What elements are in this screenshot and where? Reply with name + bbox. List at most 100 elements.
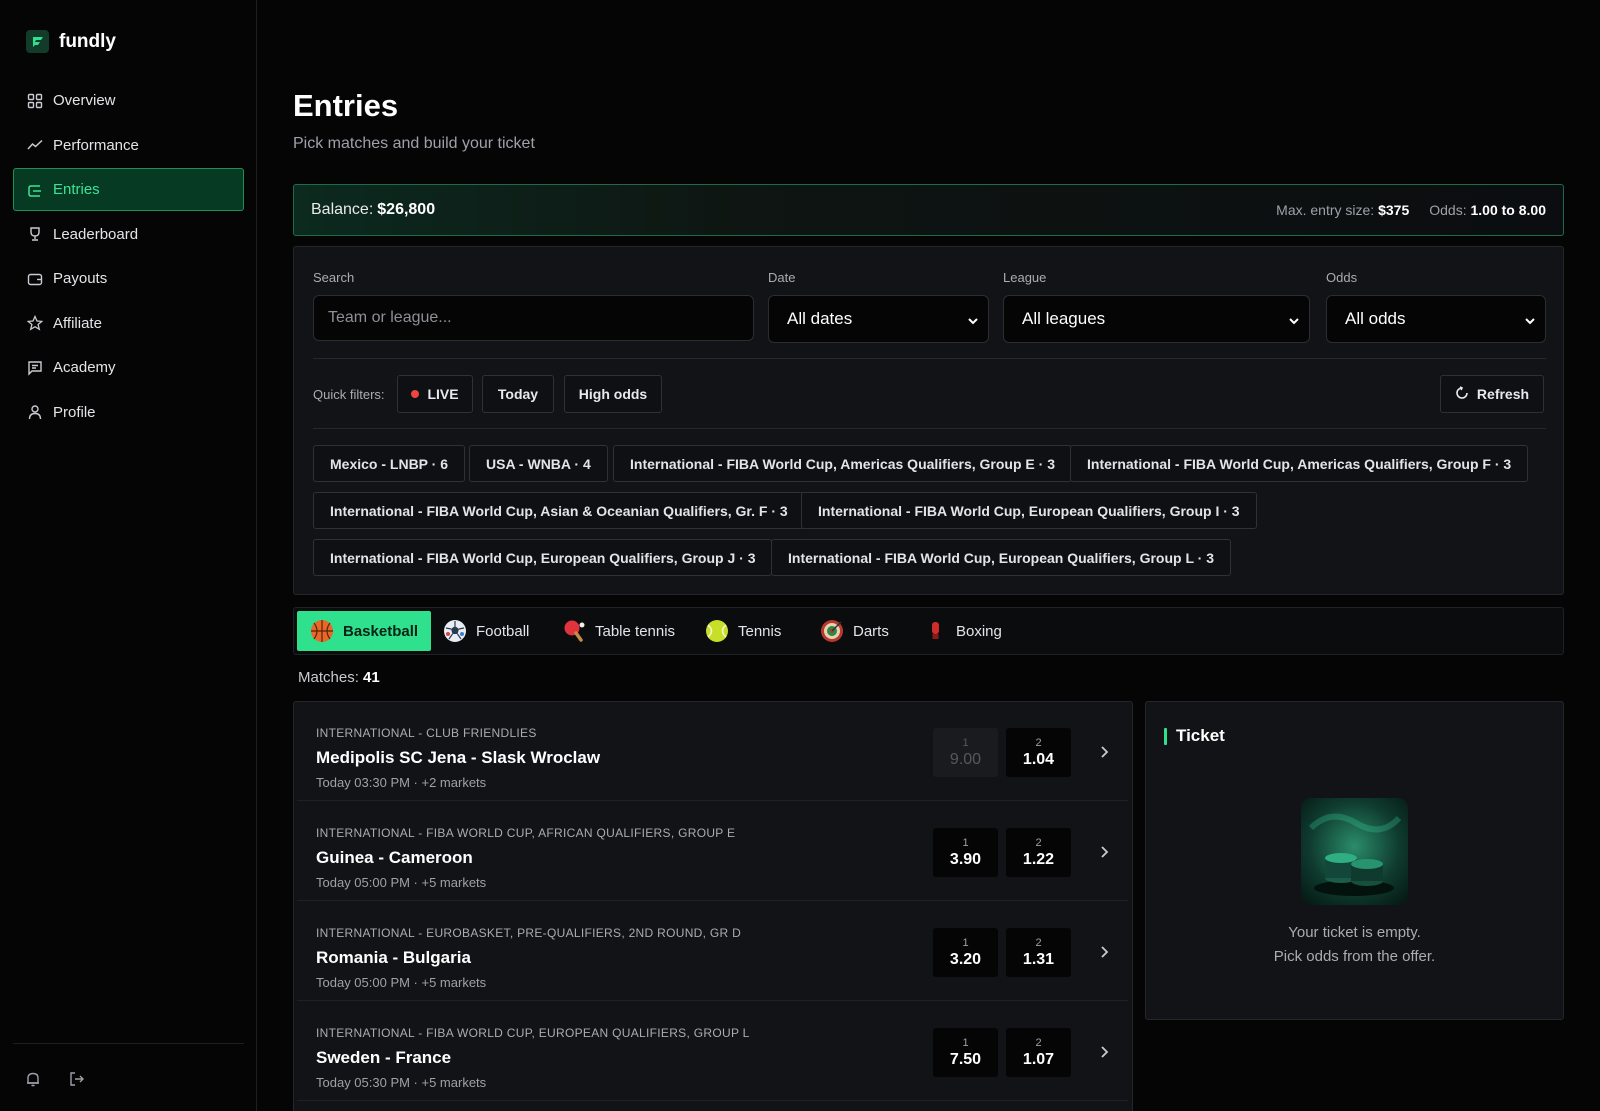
chip-stack-image [1301, 798, 1408, 905]
chevron-right-icon[interactable] [1097, 843, 1111, 861]
page-title: Entries [293, 88, 399, 123]
logout-icon[interactable] [68, 1070, 86, 1088]
league-chip[interactable]: International - FIBA World Cup, European… [801, 492, 1257, 529]
odd-home-button[interactable]: 1 3.20 [933, 928, 998, 977]
match-teams: Guinea - Cameroon [316, 848, 473, 867]
basketball-icon [310, 619, 334, 643]
match-teams: Sweden - France [316, 1048, 452, 1067]
date-select[interactable]: All dates [768, 295, 989, 343]
balance-value: $26,800 [377, 201, 436, 218]
odds-label: Odds [1326, 270, 1358, 285]
league-label: League [1003, 270, 1047, 285]
trophy-icon [27, 226, 43, 242]
tennis-ball-icon [705, 619, 729, 643]
football-icon [443, 619, 467, 643]
odd-away-button[interactable]: 2 1.07 [1006, 1028, 1071, 1077]
odd-home-button[interactable]: 1 7.50 [933, 1028, 998, 1077]
divider [313, 358, 1546, 359]
odd-home-button: 1 9.00 [933, 728, 998, 777]
sidebar-item-label: Payouts [53, 270, 108, 287]
tab-darts[interactable]: Darts [807, 611, 902, 651]
app-root: fundly Overview Performance Entries Lead… [0, 0, 1600, 1111]
sidebar-item-performance[interactable]: Performance [13, 124, 244, 167]
search-input[interactable] [313, 295, 754, 341]
trend-icon [27, 137, 43, 153]
sidebar-item-entries[interactable]: Entries [13, 168, 244, 211]
sidebar-item-affiliate[interactable]: Affiliate [13, 302, 244, 345]
match-time: Today 05:00 PM · +5 markets [316, 875, 487, 890]
odds-range: Odds: 1.00 to 8.00 [1429, 202, 1546, 218]
match-league: INTERNATIONAL - CLUB FRIENDLIES [316, 726, 537, 740]
ticket-panel: Ticket Your ticket is empty. Pick odds f… [1145, 701, 1564, 1020]
match-teams: Romania - Bulgaria [316, 948, 471, 967]
tab-table-tennis[interactable]: Table tennis [549, 611, 688, 651]
chevron-right-icon[interactable] [1097, 743, 1111, 761]
match-list: INTERNATIONAL - CLUB FRIENDLIES Medipoli… [293, 701, 1133, 1111]
league-chip[interactable]: International - FIBA World Cup, Americas… [613, 445, 1072, 482]
match-time: Today 05:00 PM · +5 markets [316, 975, 487, 990]
sidebar-item-profile[interactable]: Profile [13, 391, 244, 434]
balance-limits: Max. entry size: $375 Odds: 1.00 to 8.00 [1276, 202, 1546, 218]
brand[interactable]: fundly [26, 30, 116, 53]
balance-label: Balance: [311, 201, 374, 218]
tab-football[interactable]: Football [430, 611, 542, 651]
league-chip[interactable]: USA - WNBA · 4 [469, 445, 608, 482]
refresh-button[interactable]: Refresh [1440, 375, 1544, 413]
sidebar-item-label: Academy [53, 359, 116, 376]
ticket-title: Ticket [1164, 726, 1225, 746]
sport-tabs: Basketball Football Table tennis Tennis [293, 607, 1564, 655]
chevron-down-icon [1523, 313, 1537, 333]
odd-home-button[interactable]: 1 3.90 [933, 828, 998, 877]
tab-tennis[interactable]: Tennis [692, 611, 794, 651]
match-row[interactable]: INTERNATIONAL - EUROBASKET, PRE-QUALIFIE… [297, 902, 1128, 1001]
sidebar-item-label: Entries [53, 181, 100, 198]
match-row[interactable]: INTERNATIONAL - FIBA WORLD CUP, EUROPEAN… [297, 1002, 1128, 1101]
tab-basketball[interactable]: Basketball [297, 611, 432, 651]
live-filter-button[interactable]: LIVE [397, 375, 473, 413]
chat-icon [27, 360, 43, 376]
sidebar-item-academy[interactable]: Academy [13, 346, 244, 389]
sidebar-nav: Overview Performance Entries Leaderboard [13, 79, 244, 435]
chevron-down-icon [1287, 313, 1301, 333]
bell-icon[interactable] [24, 1070, 42, 1088]
entries-icon [27, 182, 43, 198]
match-league: INTERNATIONAL - FIBA WORLD CUP, AFRICAN … [316, 826, 736, 840]
boxing-glove-icon [923, 619, 947, 643]
page-subtitle: Pick matches and build your ticket [293, 135, 535, 152]
match-row[interactable]: INTERNATIONAL - CLUB FRIENDLIES Medipoli… [297, 702, 1128, 801]
odd-away-button[interactable]: 2 1.31 [1006, 928, 1071, 977]
dartboard-icon [820, 619, 844, 643]
odd-away-button[interactable]: 2 1.22 [1006, 828, 1071, 877]
odd-away-button[interactable]: 2 1.04 [1006, 728, 1071, 777]
odds-select[interactable]: All odds [1326, 295, 1546, 343]
matches-count: Matches: 41 [298, 669, 380, 686]
filters-panel: Search Date All dates League All leagues… [293, 246, 1564, 595]
sidebar-item-payouts[interactable]: Payouts [13, 257, 244, 300]
max-entry-size: Max. entry size: $375 [1276, 202, 1410, 218]
sidebar-item-label: Affiliate [53, 314, 102, 332]
live-dot-icon [411, 390, 420, 398]
balance-bar: Balance: $26,800 Max. entry size: $375 O… [293, 184, 1564, 236]
league-select[interactable]: All leagues [1003, 295, 1310, 343]
chevron-right-icon[interactable] [1097, 1043, 1111, 1061]
match-time: Today 03:30 PM · +2 markets [316, 775, 487, 790]
sidebar-item-leaderboard[interactable]: Leaderboard [13, 213, 244, 256]
match-row[interactable]: INTERNATIONAL - FIBA WORLD CUP, AFRICAN … [297, 802, 1128, 901]
sidebar-footer [13, 1043, 244, 1111]
league-chip[interactable]: International - FIBA World Cup, European… [771, 539, 1231, 576]
today-filter-button[interactable]: Today [482, 375, 554, 413]
quick-filters-label: Quick filters: [313, 387, 385, 402]
sidebar-item-label: Profile [53, 403, 96, 421]
chevron-right-icon[interactable] [1097, 943, 1111, 961]
date-label: Date [768, 270, 796, 285]
league-chip[interactable]: International - FIBA World Cup, European… [313, 539, 773, 576]
sidebar-item-label: Performance [53, 136, 139, 154]
high-odds-filter-button[interactable]: High odds [564, 375, 662, 413]
league-chip[interactable]: Mexico - LNBP · 6 [313, 445, 465, 482]
user-icon [27, 404, 43, 420]
refresh-icon [1455, 385, 1469, 403]
league-chip[interactable]: International - FIBA World Cup, Asian & … [313, 492, 805, 529]
sidebar-item-overview[interactable]: Overview [13, 79, 244, 122]
league-chip[interactable]: International - FIBA World Cup, Americas… [1070, 445, 1529, 482]
tab-boxing[interactable]: Boxing [910, 611, 1015, 651]
